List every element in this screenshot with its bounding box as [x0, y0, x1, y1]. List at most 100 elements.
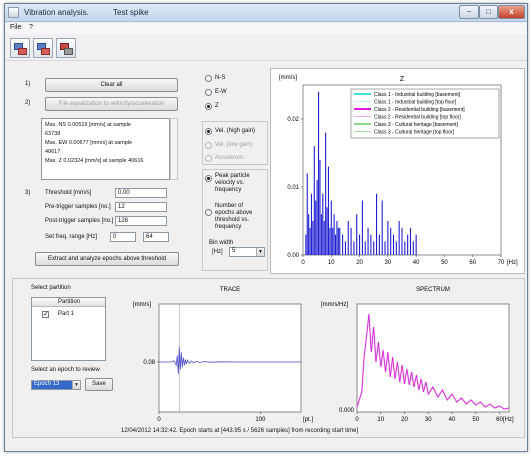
- y-tick-label: 0.02: [287, 117, 299, 123]
- x-tick-label: 100: [255, 417, 266, 423]
- bin-width-unit: [Hz]: [212, 249, 223, 255]
- x-tick-label: 40: [413, 260, 420, 266]
- radio-ew[interactable]: [205, 89, 212, 96]
- x-tick-label: 0: [355, 417, 359, 423]
- radio-accelerom[interactable]: [205, 155, 212, 162]
- menu-help[interactable]: ?: [29, 24, 33, 31]
- radio-epochs-count-label: Number of epochs above threshold vs. fre…: [215, 203, 253, 230]
- histogram-chart: [mm/s] Z [Hz] 0.00 0.01 0.02 0 10 20 30 40 50 60 70 Cl…: [279, 75, 518, 266]
- x-tick-label: 30: [385, 260, 392, 266]
- pre-trigger-input[interactable]: 12: [115, 202, 167, 212]
- title-bar[interactable]: Vibration analysis. Test spike − □ x: [5, 4, 527, 22]
- x-tick-label: 0: [301, 260, 305, 266]
- histogram-panel: [mm/s] Z [Hz] 0.00 0.01 0.02 0 10 20 30 40 50 60 70 Cl…: [270, 68, 525, 274]
- trace-panel: TRACE [mm/s] 0.08 0 100 [pt.]: [123, 284, 313, 424]
- minimize-icon: −: [466, 7, 472, 16]
- window-subtitle: Test spike: [113, 8, 149, 17]
- menu-file[interactable]: File: [10, 24, 21, 31]
- x-tick-label: 30: [425, 417, 432, 423]
- legend-label: Class 3 - Cultural heritage [top floor]: [374, 130, 455, 136]
- close-icon: x: [509, 7, 514, 16]
- radio-accelerom-label: Accelerom.: [215, 155, 246, 161]
- stats-line: Max. NS 0.00519 [mm/s] at sample: [45, 122, 131, 128]
- stats-line: 40617: [45, 149, 61, 155]
- stats-line: 63738: [45, 131, 61, 137]
- chart-title: SPECTRUM: [416, 287, 450, 293]
- freq-max-input[interactable]: 64: [143, 232, 169, 242]
- minimize-button[interactable]: −: [459, 5, 479, 19]
- threshold-label: Threshold [mm/s]: [45, 190, 92, 196]
- freq-min-input[interactable]: 0: [110, 232, 136, 242]
- step2-label: 2): [25, 100, 31, 106]
- legend-label: Class 2 - Residential building [basement…: [374, 107, 465, 113]
- bin-width-select[interactable]: 5 ▼: [229, 247, 265, 257]
- post-trigger-label: Post-trigger samples [no.]: [45, 218, 114, 224]
- freq-range-label: Set freq. range [Hz]: [45, 234, 98, 240]
- radio-z-label: Z: [215, 103, 219, 109]
- partition-list[interactable]: Partition ✓ Part 1: [31, 297, 106, 361]
- x-tick-label: 20: [356, 260, 363, 266]
- extract-analyze-button[interactable]: Extract and analyze epochs above thresho…: [35, 252, 179, 266]
- file-equalization-button[interactable]: File equalization to velocity/accelerati…: [45, 97, 178, 111]
- textbox-scrollbar[interactable]: [170, 118, 178, 180]
- y-tick-label: 0.08: [143, 360, 155, 366]
- x-axis-label: [pt.]: [303, 417, 313, 423]
- y-axis-label: [mm/s]: [133, 302, 151, 308]
- epoch-status-text: 12/04/2012 14:32:42. Epoch starts at [44…: [121, 428, 359, 434]
- trace-chart: TRACE [mm/s] 0.08 0 100 [pt.]: [133, 287, 313, 423]
- window-title: Vibration analysis.: [24, 8, 89, 17]
- y-axis-label: [mm/s/Hz]: [321, 302, 348, 308]
- radio-vel-low-label: Vel. (low gain): [215, 142, 253, 148]
- partition-list-header: Partition: [32, 298, 105, 307]
- pre-trigger-label: Pre-trigger samples [no.]: [45, 204, 111, 210]
- y-axis-label: [mm/s]: [279, 75, 297, 81]
- toolbar: [5, 35, 527, 61]
- open-data-button[interactable]: [10, 38, 30, 58]
- stats-line: Max. EW 0.00677 [mm/s] at sample: [45, 140, 133, 146]
- save-button[interactable]: Save: [85, 378, 113, 391]
- x-tick-label: 60: [469, 260, 476, 266]
- y-tick-label: 0.00: [287, 253, 299, 259]
- radio-ns[interactable]: [205, 75, 212, 82]
- x-tick-label: 0: [157, 417, 161, 423]
- epoch-select[interactable]: Epoch 13 ▼: [31, 380, 81, 390]
- threshold-input[interactable]: 0.00: [115, 188, 167, 198]
- radio-peak-velocity-label: Peak particle velocity vs. frequency: [215, 173, 250, 193]
- x-tick-label: 10: [377, 417, 384, 423]
- partition-header: Partition: [58, 299, 81, 305]
- radio-epochs-count[interactable]: [205, 209, 212, 216]
- x-axis-label: [Hz]: [503, 417, 514, 423]
- menu-bar: File ?: [5, 23, 527, 34]
- maximize-button[interactable]: □: [479, 5, 498, 19]
- post-trigger-input[interactable]: 128: [115, 216, 167, 226]
- select-epoch-label: Select an epoch to review: [31, 367, 100, 373]
- step3-label: 3): [25, 190, 31, 196]
- radio-peak-velocity[interactable]: [205, 175, 212, 182]
- part-1-label: Part 1: [58, 311, 75, 317]
- radio-z[interactable]: [205, 103, 212, 110]
- chevron-down-icon: ▼: [72, 381, 80, 389]
- report-button[interactable]: [56, 38, 76, 58]
- bin-width-label: Bin width: [209, 240, 234, 246]
- x-axis-label: [Hz]: [507, 260, 518, 266]
- legend-label: Class 3 - Cultural heritage [basement]: [374, 122, 459, 128]
- close-button[interactable]: x: [498, 5, 525, 19]
- export-data-button[interactable]: [33, 38, 53, 58]
- radio-vel-high[interactable]: [205, 128, 212, 135]
- x-tick-label: 50: [441, 260, 448, 266]
- legend-label: Class 2 - Residential building [top floo…: [374, 115, 461, 121]
- x-tick-label: 40: [449, 417, 456, 423]
- stats-line: Max. Z 0.02324 [mm/s] at sample 40616: [45, 158, 144, 164]
- radio-vel-low[interactable]: [205, 142, 212, 149]
- radio-ns-label: N-S: [215, 75, 226, 81]
- chart-title: TRACE: [220, 287, 240, 293]
- legend-label: Class 1 - Industrial building [top floor…: [374, 100, 457, 106]
- step1-label: 1): [25, 81, 31, 87]
- clear-all-button[interactable]: Clear all: [45, 78, 178, 92]
- part-1-checkbox[interactable]: ✓: [42, 311, 49, 318]
- chart-title: Z: [400, 76, 405, 83]
- app-window: Vibration analysis. Test spike − □ x Fil…: [4, 3, 528, 452]
- x-tick-label: 50: [472, 417, 479, 423]
- max-values-textbox[interactable]: Max. NS 0.00519 [mm/s] at sample 63738 M…: [41, 118, 170, 180]
- chevron-down-icon: ▼: [256, 248, 264, 256]
